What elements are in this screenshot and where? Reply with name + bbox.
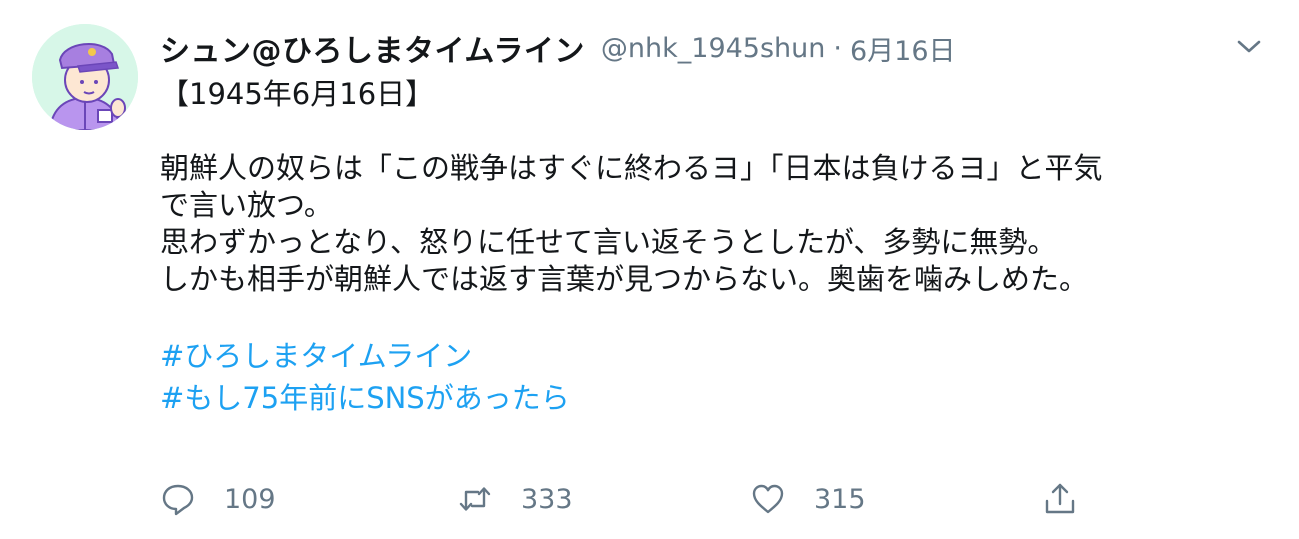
reply-icon — [162, 484, 194, 516]
share-button[interactable] — [1042, 476, 1078, 522]
tweet-line: で言い放つ。 — [160, 188, 333, 222]
avatar[interactable] — [32, 24, 138, 130]
user-handle[interactable]: @nhk_1945shun — [601, 33, 825, 64]
like-count: 315 — [814, 483, 866, 515]
tweet-header: シュン@ひろしまタイムライン @nhk_1945shun · 6月16日 — [160, 26, 956, 70]
avatar-illustration — [32, 24, 138, 130]
tweet-line: しかも相手が朝鮮人では返す言葉が見つからない。奥歯を噛みしめた。 — [160, 262, 1089, 296]
retweet-button[interactable]: 333 — [457, 476, 573, 522]
tweet-text: 【1945年6月16日】 朝鮮人の奴らは「この戦争はすぐに終わるヨ」「日本は負け… — [160, 76, 1260, 419]
like-button[interactable]: 315 — [750, 476, 866, 522]
chevron-down-icon — [1237, 40, 1261, 53]
tweet-actions: 109 333 315 — [160, 476, 1120, 522]
reply-button[interactable]: 109 — [160, 476, 276, 522]
tweet-line: 【1945年6月16日】 — [160, 77, 435, 111]
tweet-line — [160, 113, 1260, 150]
tweet-line: 思わずかっとなり、怒りに任せて言い返そうとしたが、多勢に無勢。 — [160, 225, 1057, 259]
share-icon — [1045, 483, 1075, 514]
reply-count: 109 — [224, 483, 276, 515]
display-name[interactable]: シュン@ひろしまタイムライン — [160, 26, 585, 70]
hashtag-link[interactable]: #ひろしまタイムライン — [160, 335, 1260, 377]
hashtag-link[interactable]: #もし75年前にSNSがあったら — [160, 377, 1260, 419]
retweet-count: 333 — [521, 483, 573, 515]
tweet-line: 朝鮮人の奴らは「この戦争はすぐに終わるヨ」「日本は負けるヨ」と平気 — [160, 151, 1103, 185]
retweet-icon — [459, 487, 491, 511]
tweet-date[interactable]: 6月16日 — [850, 29, 956, 68]
more-options-button[interactable] — [1232, 32, 1266, 62]
tweet-line — [160, 298, 1260, 335]
separator-dot: · — [833, 32, 842, 64]
heart-icon — [752, 484, 784, 514]
